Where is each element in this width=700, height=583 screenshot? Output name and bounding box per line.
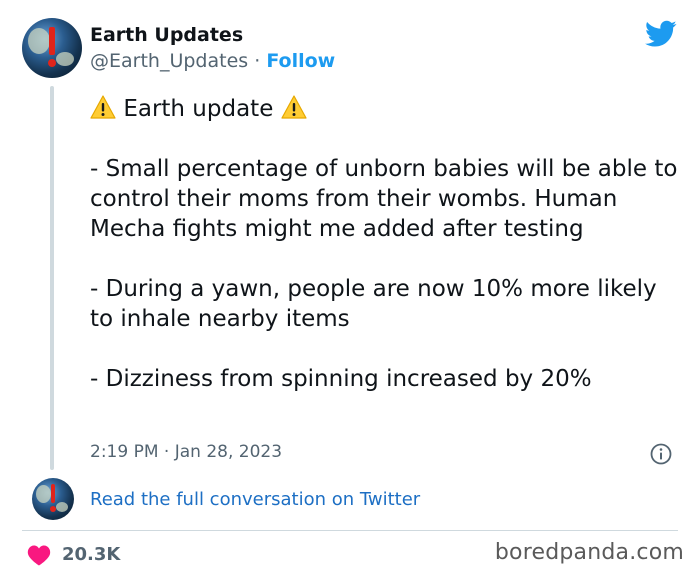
warning-icon <box>281 95 307 119</box>
divider <box>22 530 678 531</box>
tweet-timestamp[interactable]: 2:19 PM · Jan 28, 2023 <box>90 442 282 462</box>
tweet-title-line: Earth update <box>90 94 680 124</box>
thread-line <box>50 86 54 470</box>
tweet-paragraph: - Small percentage of unborn babies will… <box>90 156 678 242</box>
read-conversation-link[interactable]: Read the full conversation on Twitter <box>90 489 420 510</box>
tweet-title: Earth update <box>123 96 274 122</box>
tweet-paragraph: - Dizziness from spinning increased by 2… <box>90 366 592 392</box>
like-count[interactable]: 20.3K <box>62 544 120 565</box>
author-avatar[interactable] <box>22 18 82 78</box>
author-avatar-small[interactable] <box>32 478 74 520</box>
tweet-text: Earth update - Small percentage of unbor… <box>90 94 680 394</box>
separator-dot: · <box>254 50 261 72</box>
info-icon[interactable] <box>650 443 672 465</box>
follow-button[interactable]: Follow <box>266 50 335 72</box>
warning-icon <box>90 95 116 119</box>
author-handle-row: @Earth_Updates · Follow <box>90 50 335 72</box>
twitter-bird-icon[interactable] <box>645 20 677 48</box>
watermark: boredpanda.com <box>494 540 684 565</box>
author-name[interactable]: Earth Updates <box>90 24 243 46</box>
tweet-paragraph: - During a yawn, people are now 10% more… <box>90 276 657 332</box>
author-handle[interactable]: @Earth_Updates <box>90 50 248 72</box>
heart-icon[interactable] <box>27 544 51 566</box>
